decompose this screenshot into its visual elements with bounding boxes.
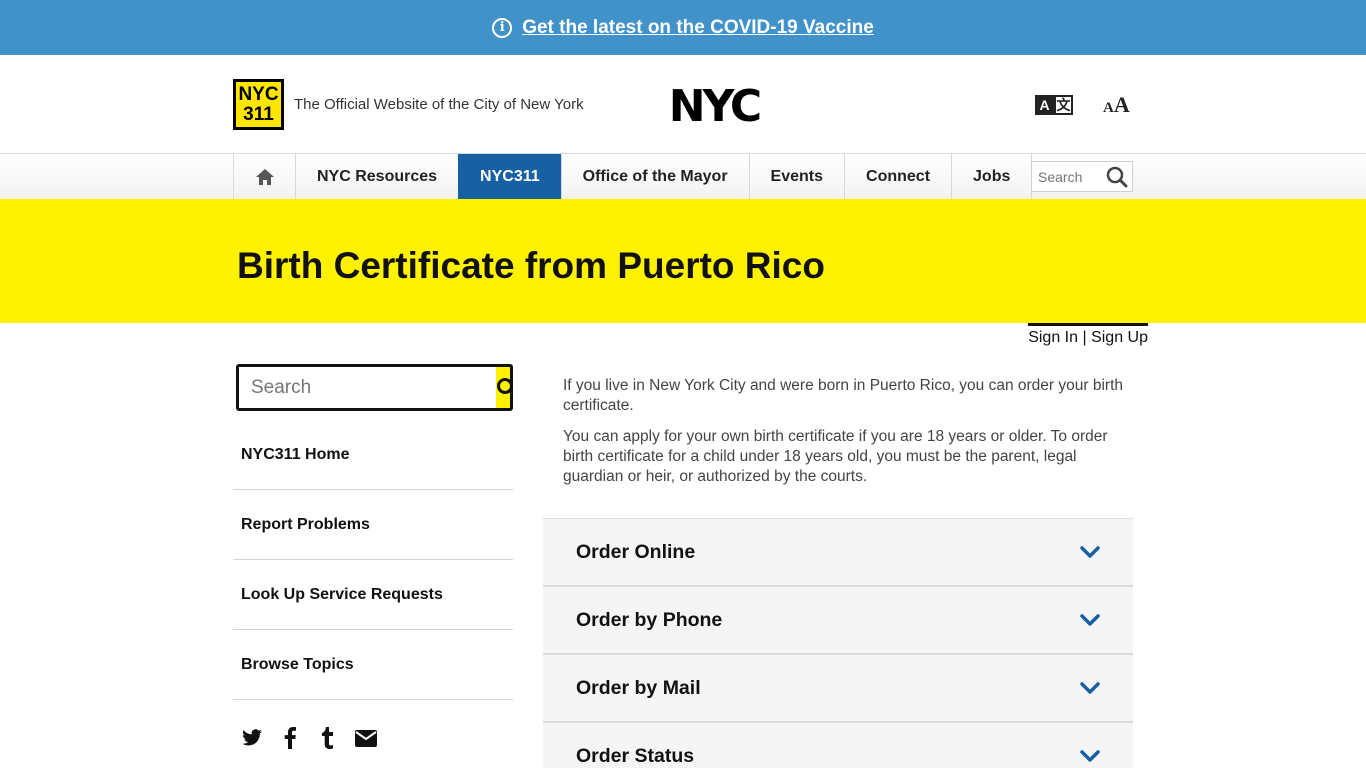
translate-icon[interactable]: A文 [1035, 95, 1073, 115]
sidebar-item-browse-topics[interactable]: Browse Topics [233, 630, 513, 700]
nav-office-of-the-mayor[interactable]: Office of the Mayor [560, 154, 749, 199]
chevron-down-icon [1080, 614, 1100, 626]
covid-alert-banner: i Get the latest on the COVID-19 Vaccine [0, 0, 1366, 55]
nav-nyc311[interactable]: NYC311 [458, 154, 561, 199]
account-links: Sign In | Sign Up [1028, 323, 1148, 347]
main-navigation: NYC Resources NYC311 Office of the Mayor… [0, 153, 1366, 199]
intro-paragraph-2: You can apply for your own birth certifi… [563, 428, 1108, 485]
page-hero: Birth Certificate from Puerto Rico [0, 199, 1366, 323]
page-title: Birth Certificate from Puerto Rico [237, 245, 825, 286]
intro-paragraph-1: If you live in New York City and were bo… [563, 377, 1123, 414]
sidebar-menu: NYC311 Home Report Problems Look Up Serv… [233, 420, 513, 700]
sidebar-search [236, 364, 513, 411]
sign-up-link[interactable]: Sign Up [1091, 329, 1148, 346]
nav-nyc-resources[interactable]: NYC Resources [295, 154, 458, 199]
sidebar-search-input[interactable] [239, 367, 496, 408]
accordion-order-by-mail[interactable]: Order by Mail [543, 654, 1133, 722]
nav-jobs[interactable]: Jobs [951, 154, 1033, 199]
nav-search-box [1031, 161, 1133, 192]
info-icon: i [492, 17, 513, 38]
nav-connect[interactable]: Connect [844, 154, 951, 199]
social-links [241, 726, 377, 750]
chevron-down-icon [1080, 750, 1100, 762]
nav-events[interactable]: Events [748, 154, 844, 199]
order-accordion: Order Online Order by Phone Order by Mai… [543, 518, 1133, 768]
sidebar-item-nyc311-home[interactable]: NYC311 Home [233, 420, 513, 490]
intro-text: If you live in New York City and were bo… [563, 376, 1123, 498]
text-size-icon[interactable]: AA [1103, 92, 1130, 118]
chevron-down-icon [1080, 546, 1100, 558]
accordion-order-status[interactable]: Order Status [543, 722, 1133, 768]
search-icon[interactable] [1106, 166, 1128, 188]
sign-in-link[interactable]: Sign In [1028, 329, 1078, 346]
tumblr-icon[interactable] [317, 726, 339, 750]
search-icon [497, 377, 510, 394]
nav-home[interactable] [233, 154, 295, 199]
site-header: NYC 311 The Official Website of the City… [0, 55, 1366, 153]
sidebar-item-look-up-service-requests[interactable]: Look Up Service Requests [233, 560, 513, 630]
home-icon [255, 168, 274, 185]
official-website-text: The Official Website of the City of New … [294, 96, 584, 113]
svg-text:NYC: NYC [669, 83, 760, 125]
twitter-icon[interactable] [241, 726, 263, 750]
sidebar-search-button[interactable] [496, 367, 510, 408]
chevron-down-icon [1080, 682, 1100, 694]
email-icon[interactable] [355, 726, 377, 750]
nav-search-input[interactable] [1038, 168, 1102, 185]
facebook-icon[interactable] [279, 726, 301, 750]
nyc311-logo[interactable]: NYC 311 [233, 79, 284, 130]
sidebar-item-report-problems[interactable]: Report Problems [233, 490, 513, 560]
nyc-logo[interactable]: NYC [661, 83, 767, 125]
covid-vaccine-link[interactable]: Get the latest on the COVID-19 Vaccine [522, 17, 874, 39]
accordion-order-by-phone[interactable]: Order by Phone [543, 586, 1133, 654]
accordion-order-online[interactable]: Order Online [543, 518, 1133, 586]
